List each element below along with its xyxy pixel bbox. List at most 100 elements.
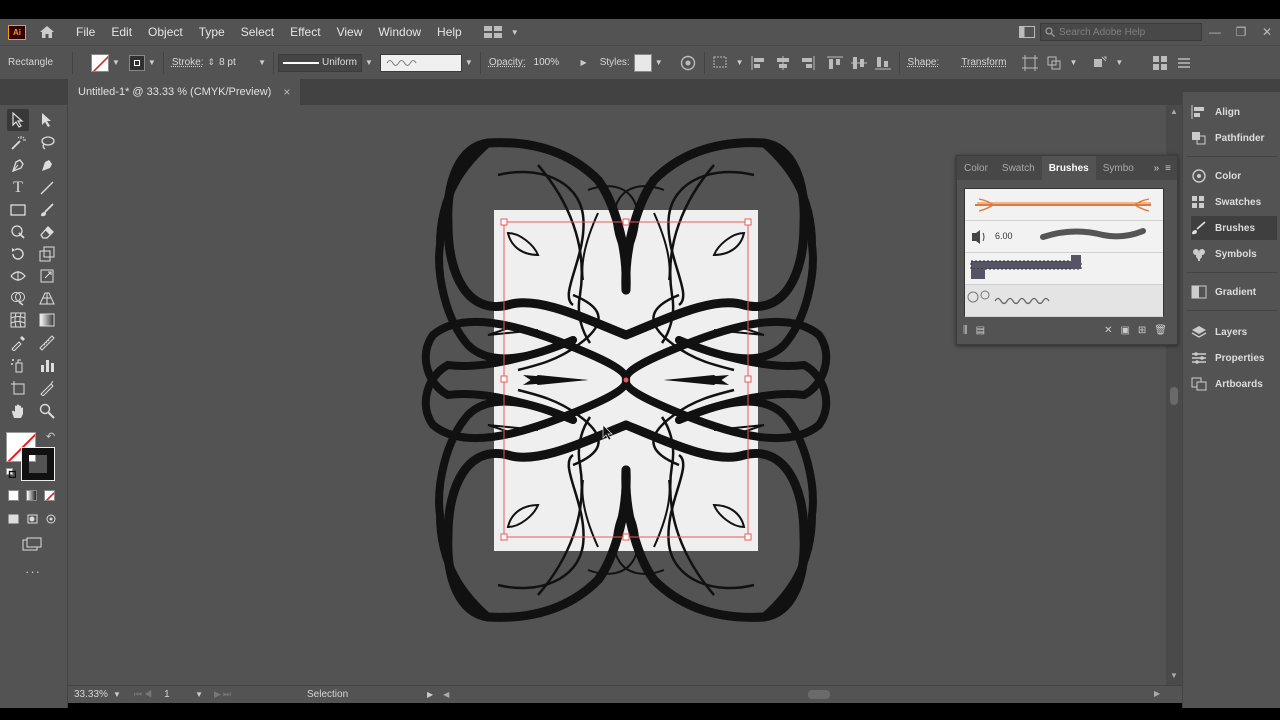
dock-item-layers[interactable]: Layers — [1191, 320, 1277, 344]
scroll-up-icon[interactable]: ▲ — [1170, 107, 1178, 116]
variable-width-profile[interactable]: Uniform — [278, 53, 362, 72]
brush-dropdown-icon[interactable]: ▼ — [465, 58, 473, 67]
symbol-sprayer-tool-icon[interactable] — [7, 354, 29, 376]
status-menu-icon[interactable]: ▶ — [427, 690, 433, 699]
menu-file[interactable]: File — [68, 25, 103, 39]
menu-edit[interactable]: Edit — [103, 25, 140, 39]
dock-item-pathfinder[interactable]: Pathfinder — [1191, 126, 1277, 150]
curvature-tool-icon[interactable] — [36, 155, 58, 177]
stroke-dropdown-icon[interactable]: ▼ — [148, 58, 156, 67]
arrange-panels-icon[interactable] — [1148, 51, 1172, 75]
width-tool-icon[interactable] — [7, 265, 29, 287]
close-window-icon[interactable]: ✕ — [1254, 19, 1280, 45]
color-mode-icon[interactable] — [8, 490, 19, 501]
align-left-icon[interactable] — [747, 51, 771, 75]
stroke-color-box[interactable] — [21, 447, 55, 481]
align-top-icon[interactable] — [823, 51, 847, 75]
isolate-object-icon[interactable] — [1018, 51, 1042, 75]
scroll-left-icon[interactable]: ◀ — [443, 690, 449, 699]
first-artboard-icon[interactable]: ⏮◀ — [134, 689, 154, 700]
document-tab[interactable]: Untitled-1* @ 33.33 % (CMYK/Preview) × — [68, 79, 301, 105]
magic-wand-tool-icon[interactable] — [7, 132, 29, 154]
tab-swatches[interactable]: Swatch — [995, 156, 1042, 180]
artboard-dropdown-icon[interactable]: ▼ — [195, 690, 203, 699]
menu-object[interactable]: Object — [140, 25, 191, 39]
panel-options-icon[interactable] — [1172, 51, 1196, 75]
fill-dropdown-icon[interactable]: ▼ — [112, 58, 120, 67]
artboard-number[interactable]: 1 — [164, 689, 192, 700]
libraries-panel-icon[interactable]: ▤ — [976, 325, 985, 336]
recolor-artwork-icon[interactable] — [676, 51, 700, 75]
menu-help[interactable]: Help — [429, 25, 470, 39]
gradient-tool-icon[interactable] — [36, 309, 58, 331]
transform-each-icon[interactable] — [1042, 51, 1066, 75]
arrange-icon[interactable] — [1088, 51, 1112, 75]
measure-tool-icon[interactable] — [36, 332, 58, 354]
tab-symbols[interactable]: Symbo — [1096, 156, 1141, 180]
opacity-arrow-icon[interactable]: ▶ — [581, 58, 587, 67]
profile-dropdown-icon[interactable]: ▼ — [365, 58, 373, 67]
scroll-right-icon[interactable]: ▶ — [1154, 689, 1160, 698]
none-mode-icon[interactable] — [44, 490, 55, 501]
artboard-tool-icon[interactable] — [7, 377, 29, 399]
swap-fill-stroke-icon[interactable]: ↶ — [46, 430, 55, 443]
brush-item-art[interactable] — [965, 189, 1163, 221]
zoom-dropdown-icon[interactable]: ▼ — [113, 690, 121, 699]
default-colors-icon[interactable] — [6, 468, 17, 479]
expand-panel-icon[interactable]: » — [1154, 163, 1160, 174]
align-vcenter-icon[interactable] — [847, 51, 871, 75]
arrange-documents-button[interactable]: ▼ — [483, 26, 522, 38]
search-field[interactable]: Search Adobe Help — [1040, 23, 1202, 41]
stroke-label[interactable]: Stroke: — [168, 57, 208, 68]
scroll-down-icon[interactable]: ▼ — [1170, 671, 1178, 680]
stroke-weight-dropdown-icon[interactable]: ▼ — [258, 58, 266, 67]
brush-definition-field[interactable] — [379, 53, 462, 72]
paintbrush-tool-icon[interactable] — [36, 199, 58, 221]
rotate-tool-icon[interactable] — [7, 243, 29, 265]
type-tool-icon[interactable]: T — [7, 177, 29, 199]
align-right-icon[interactable] — [795, 51, 819, 75]
slice-tool-icon[interactable] — [36, 377, 58, 399]
zoom-tool-icon[interactable] — [36, 400, 58, 422]
align-bottom-icon[interactable] — [871, 51, 895, 75]
eraser-tool-icon[interactable] — [36, 221, 58, 243]
align-hcenter-icon[interactable] — [771, 51, 795, 75]
menu-window[interactable]: Window — [370, 25, 429, 39]
dock-item-brushes[interactable]: Brushes — [1191, 216, 1277, 240]
dock-item-color[interactable]: Color — [1191, 164, 1277, 188]
menu-view[interactable]: View — [329, 25, 371, 39]
opacity-field[interactable]: 100% — [530, 54, 578, 72]
zoom-level[interactable]: 33.33% — [74, 689, 110, 700]
align-to-icon[interactable] — [709, 51, 733, 75]
status-text[interactable]: Selection — [307, 689, 427, 700]
minimize-icon[interactable]: — — [1202, 19, 1228, 45]
menu-type[interactable]: Type — [191, 25, 233, 39]
close-tab-icon[interactable]: × — [283, 85, 290, 99]
menu-effect[interactable]: Effect — [282, 25, 328, 39]
dock-item-properties[interactable]: Properties — [1191, 346, 1277, 370]
opacity-label[interactable]: Opacity: — [485, 57, 530, 68]
free-transform-tool-icon[interactable] — [36, 265, 58, 287]
stroke-stepper-icon[interactable]: ⇕ — [208, 57, 216, 68]
selection-tool-icon[interactable] — [7, 109, 29, 131]
mesh-tool-icon[interactable] — [7, 309, 29, 331]
fill-swatch[interactable] — [91, 53, 109, 72]
horizontal-scroll-thumb[interactable] — [808, 690, 830, 699]
eyedropper-tool-icon[interactable] — [7, 332, 29, 354]
rectangle-tool-icon[interactable] — [7, 199, 29, 221]
graphic-style-swatch[interactable] — [633, 53, 652, 72]
last-artboard-icon[interactable]: ▶⏭ — [214, 689, 233, 700]
styles-dropdown-icon[interactable]: ▼ — [655, 58, 663, 67]
line-segment-tool-icon[interactable] — [36, 177, 58, 199]
menu-select[interactable]: Select — [233, 25, 282, 39]
panel-menu-icon[interactable]: ≡ — [1165, 163, 1171, 174]
gradient-mode-icon[interactable] — [26, 490, 37, 501]
transform-dropdown-icon[interactable]: ▼ — [1069, 58, 1077, 67]
direct-selection-tool-icon[interactable] — [36, 109, 58, 131]
dock-item-swatches[interactable]: Swatches — [1191, 190, 1277, 214]
vertical-scroll-thumb[interactable] — [1170, 387, 1178, 405]
lasso-tool-icon[interactable] — [36, 132, 58, 154]
transform-label[interactable]: Transform — [957, 57, 1010, 68]
restore-icon[interactable]: ❐ — [1228, 19, 1254, 45]
perspective-grid-tool-icon[interactable] — [36, 287, 58, 309]
